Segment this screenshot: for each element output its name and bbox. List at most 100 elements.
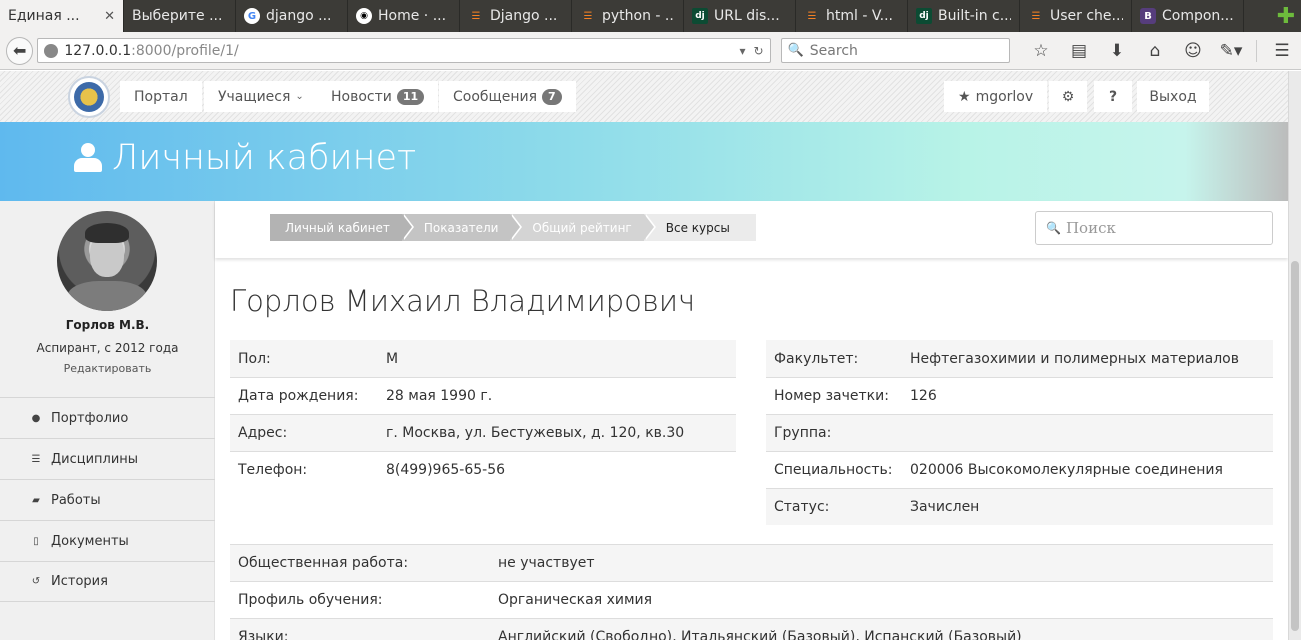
star-icon: ★ [958,88,971,105]
browser-tab[interactable]: ☰ python - ... [572,0,684,32]
page-title: Личный кабинет [112,138,417,178]
extension-icon[interactable]: ✎▾ [1212,41,1250,61]
edit-profile-link[interactable]: Редактировать [0,362,215,375]
dropdown-arrow-icon[interactable]: ▾ [740,44,746,58]
scrollbar-thumb[interactable] [1291,261,1299,631]
tab-title: Home · ... [378,8,447,24]
toolbar-divider [1256,39,1257,62]
nav-students[interactable]: Учащиеся ⌄ [204,81,318,112]
book-icon: ▰ [32,494,40,506]
bootstrap-icon: B [1140,8,1156,24]
username: mgorlov [975,88,1034,105]
browser-search-input[interactable]: 🔍 Search [780,38,1010,63]
menu-icon[interactable]: ☰ [1263,41,1301,61]
breadcrumb-item[interactable]: Показатели [401,214,522,241]
sidebar-item-label: Портфолио [51,410,129,426]
field-value: 28 мая 1990 г. [386,388,493,404]
bookmark-star-icon[interactable]: ☆ [1022,41,1060,61]
breadcrumb-label: Личный кабинет [285,220,390,235]
chat-icon[interactable]: ☺ [1174,41,1212,61]
browser-tab[interactable]: ☰ html - V... [796,0,908,32]
breadcrumb-label: Общий рейтинг [532,220,632,235]
nav-messages[interactable]: Сообщения 7 [439,81,576,112]
field-label: Телефон: [238,462,308,478]
page-scrollbar[interactable] [1288,71,1301,640]
field-label: Адрес: [238,425,288,441]
sidebar-menu: ● Портфолио ☰ Дисциплины ▰ Работы ▯ Документ… [0,397,215,602]
browser-tab[interactable]: ☰ Django ... [460,0,572,32]
help-button[interactable]: ? [1094,81,1132,112]
browser-tab[interactable]: Gdjango ... [236,0,348,32]
field-value: г. Москва, ул. Бестужевых, д. 120, кв.30 [386,425,685,441]
browser-tab[interactable]: ☰ User che... [1020,0,1132,32]
sidebar-item-label: История [51,574,108,589]
browser-tab[interactable]: dj Built-in c... [908,0,1020,32]
field-label: Языки: [238,629,289,640]
messages-count-badge: 7 [542,88,562,105]
user-profile-button[interactable]: ★ mgorlov [944,81,1048,112]
nav-portal[interactable]: Портал [120,81,202,112]
avatar [57,211,157,311]
sidebar-item-portfolio[interactable]: ● Портфолио [0,397,215,438]
nav-label: Новости [331,88,392,105]
browser-tab[interactable]: dj URL dis... [684,0,796,32]
stackoverflow-icon: ☰ [583,10,593,22]
field-label: Факультет: [774,350,859,367]
browser-tab[interactable]: Единая ... ✕ [0,0,124,32]
field-label: Общественная работа: [238,555,409,571]
table-row: Специальность: 020006 Высокомолекулярные … [766,451,1273,488]
help-label: ? [1108,88,1118,105]
field-value: не участвует [498,555,595,571]
field-label: Пол: [238,350,271,367]
globe-icon [44,43,59,58]
url-path: :8000/profile/1/ [131,42,239,59]
home-icon[interactable]: ⌂ [1136,41,1174,61]
search-input[interactable]: 🔍 Поиск [1035,211,1273,245]
field-label: Номер зачетки: [774,388,889,404]
sidebar-item-label: Дисциплины [51,451,139,467]
field-value: М [386,350,399,367]
address-bar[interactable]: 127.0.0.1:8000/profile/1/ ▾ ↻ [37,38,771,63]
table-row: Группа: [766,414,1273,451]
field-value: Нефтегазохимии и полимерных материалов [910,350,1239,367]
profile-sidebar: Горлов М.В. Аспирант, с 2012 года Редакт… [0,201,215,640]
table-row: Пол: М [230,340,736,377]
table-row: Дата рождения: 28 мая 1990 г. [230,377,736,414]
new-tab-button[interactable]: ✚ [1271,0,1301,32]
field-value: 8(499)965-65-56 [386,462,506,478]
logout-button[interactable]: Выход [1137,81,1209,112]
django-icon: dj [692,8,708,24]
sidebar-item-label: Работы [51,492,101,508]
nav-label: Сообщения [453,88,538,105]
browser-tab[interactable]: ◉ Home · ... [348,0,460,32]
nav-news[interactable]: Новости 11 [317,81,439,112]
settings-button[interactable]: ⚙ [1049,81,1087,112]
university-logo[interactable] [68,76,110,118]
sidebar-item-works[interactable]: ▰ Работы [0,479,215,520]
close-tab-icon[interactable]: ✕ [104,9,115,24]
arrow-left-icon: ⬅ [12,41,27,60]
list-icon: ☰ [31,453,41,465]
tab-title: django ... [266,8,332,24]
file-icon: ▯ [33,535,39,547]
breadcrumb-item[interactable]: Общий рейтинг [510,214,657,241]
sidebar-item-history[interactable]: ↺ История [0,561,215,602]
breadcrumb-item[interactable]: Личный кабинет [270,214,414,241]
sidebar-item-documents[interactable]: ▯ Документы [0,520,215,561]
table-row: Статус: Зачислен [766,488,1273,525]
back-button[interactable]: ⬅ [6,36,34,65]
reading-list-icon[interactable]: ▤ [1060,41,1098,61]
reload-icon[interactable]: ↻ [754,44,764,58]
sidebar-item-disciplines[interactable]: ☰ Дисциплины [0,438,215,479]
download-icon[interactable]: ⬇ [1098,41,1136,61]
field-label: Статус: [774,499,830,515]
page-header-banner: Личный кабинет [0,122,1288,201]
browser-tab[interactable]: B Compon... [1132,0,1244,32]
gear-icon: ⚙ [1061,88,1075,105]
nav-label: Учащиеся [218,88,291,105]
browser-tab[interactable]: Выберите ... [124,0,236,32]
personal-info-table: Пол: М Дата рождения: 28 мая 1990 г. Адрес… [230,340,736,488]
tab-title: Compon... [1162,8,1234,24]
field-value: 020006 Высокомолекулярные соединения [910,462,1223,478]
field-value: Английский (Свободно), Итальянский (Базо… [498,629,1022,640]
